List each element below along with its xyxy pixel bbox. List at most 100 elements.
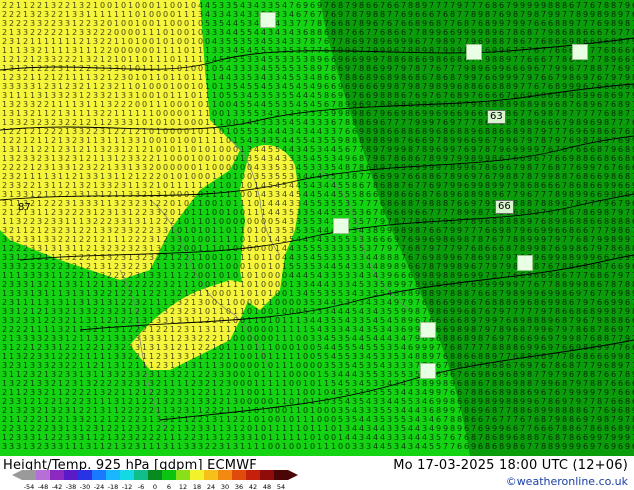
grid-value: 6: [625, 55, 630, 64]
grid-value: 2: [23, 253, 28, 262]
grid-value: 2: [100, 46, 105, 55]
grid-value: 1: [114, 406, 119, 415]
grid-value: 7: [562, 118, 567, 127]
grid-value: 1: [205, 100, 210, 109]
grid-value: 9: [597, 208, 602, 217]
grid-value: 6: [443, 352, 448, 361]
grid-value: 3: [149, 253, 154, 262]
grid-value: 0: [226, 172, 231, 181]
grid-value: 6: [415, 91, 420, 100]
grid-value: 7: [471, 343, 476, 352]
grid-value: 1: [184, 343, 189, 352]
grid-value: 6: [478, 127, 483, 136]
grid-value: 1: [212, 190, 217, 199]
grid-value: 3: [359, 433, 364, 442]
grid-value: 7: [576, 361, 581, 370]
grid-value: 3: [177, 397, 182, 406]
grid-value: 1: [128, 181, 133, 190]
grid-value: 2: [191, 433, 196, 442]
grid-value: 8: [562, 109, 567, 118]
grid-value: 0: [135, 28, 140, 37]
grid-value: 1: [86, 190, 91, 199]
grid-value: 9: [541, 127, 546, 136]
grid-value: 3: [16, 361, 21, 370]
grid-value: 7: [520, 424, 525, 433]
grid-value: 9: [499, 370, 504, 379]
grid-value: 0: [177, 28, 182, 37]
grid-value: 8: [506, 109, 511, 118]
grid-value: 1: [79, 109, 84, 118]
grid-value: 1: [219, 118, 224, 127]
grid-value: 7: [506, 271, 511, 280]
grid-value: 4: [345, 433, 350, 442]
grid-value: 0: [282, 406, 287, 415]
grid-value: 1: [205, 415, 210, 424]
grid-value: 9: [387, 226, 392, 235]
grid-value: 2: [121, 271, 126, 280]
grid-value: 8: [387, 73, 392, 82]
grid-value: 8: [604, 415, 609, 424]
grid-value: 0: [177, 82, 182, 91]
grid-value: 1: [226, 127, 231, 136]
grid-value: 0: [149, 91, 154, 100]
grid-value: 6: [373, 190, 378, 199]
grid-value: 6: [366, 82, 371, 91]
grid-value: 7: [464, 343, 469, 352]
grid-value: 6: [408, 343, 413, 352]
grid-value: 4: [387, 316, 392, 325]
grid-value: 3: [310, 118, 315, 127]
grid-value: 5: [317, 289, 322, 298]
grid-value: 0: [345, 442, 350, 451]
grid-value: 9: [506, 136, 511, 145]
grid-value: 8: [492, 1, 497, 10]
grid-value: 1: [128, 253, 133, 262]
grid-value: 3: [9, 100, 14, 109]
grid-value: 8: [415, 19, 420, 28]
grid-value: 5: [338, 415, 343, 424]
grid-value: 8: [415, 64, 420, 73]
grid-value: 7: [534, 379, 539, 388]
grid-value: 7: [317, 46, 322, 55]
grid-value: 3: [310, 307, 315, 316]
grid-value: 8: [590, 64, 595, 73]
grid-value: 9: [387, 136, 392, 145]
grid-value: 3: [86, 379, 91, 388]
credit-link[interactable]: ©weatheronline.co.uk: [506, 475, 628, 488]
grid-value: 3: [226, 1, 231, 10]
grid-value: 8: [555, 280, 560, 289]
grid-value: 1: [156, 127, 161, 136]
grid-value: 1: [282, 316, 287, 325]
grid-value: 7: [555, 109, 560, 118]
map-panel[interactable]: 2211221322132100101000110010445335434335…: [0, 0, 634, 456]
grid-value: 8: [513, 343, 518, 352]
grid-value: 2: [51, 64, 56, 73]
grid-value: 9: [590, 127, 595, 136]
grid-value: 1: [23, 361, 28, 370]
grid-value: 5: [240, 46, 245, 55]
grid-value: 5: [338, 262, 343, 271]
grid-value: 9: [492, 262, 497, 271]
grid-value: 9: [401, 280, 406, 289]
grid-value: 2: [135, 433, 140, 442]
grid-value: 1: [198, 163, 203, 172]
grid-value: 7: [597, 289, 602, 298]
grid-value: 2: [23, 352, 28, 361]
grid-value: 2: [51, 10, 56, 19]
grid-value: 1: [142, 352, 147, 361]
grid-value: 2: [93, 127, 98, 136]
grid-value: 2: [170, 217, 175, 226]
grid-value: 0: [198, 271, 203, 280]
grid-value: 9: [429, 379, 434, 388]
grid-value: 6: [527, 55, 532, 64]
grid-value: 6: [324, 46, 329, 55]
grid-value: 4: [324, 217, 329, 226]
grid-value: 7: [541, 397, 546, 406]
grid-value: 0: [317, 415, 322, 424]
grid-value: 8: [471, 325, 476, 334]
grid-value: 1: [107, 10, 112, 19]
grid-value: 5: [401, 424, 406, 433]
grid-value: 2: [135, 262, 140, 271]
grid-value: 9: [373, 55, 378, 64]
grid-value: 3: [9, 154, 14, 163]
grid-value: 3: [219, 10, 224, 19]
